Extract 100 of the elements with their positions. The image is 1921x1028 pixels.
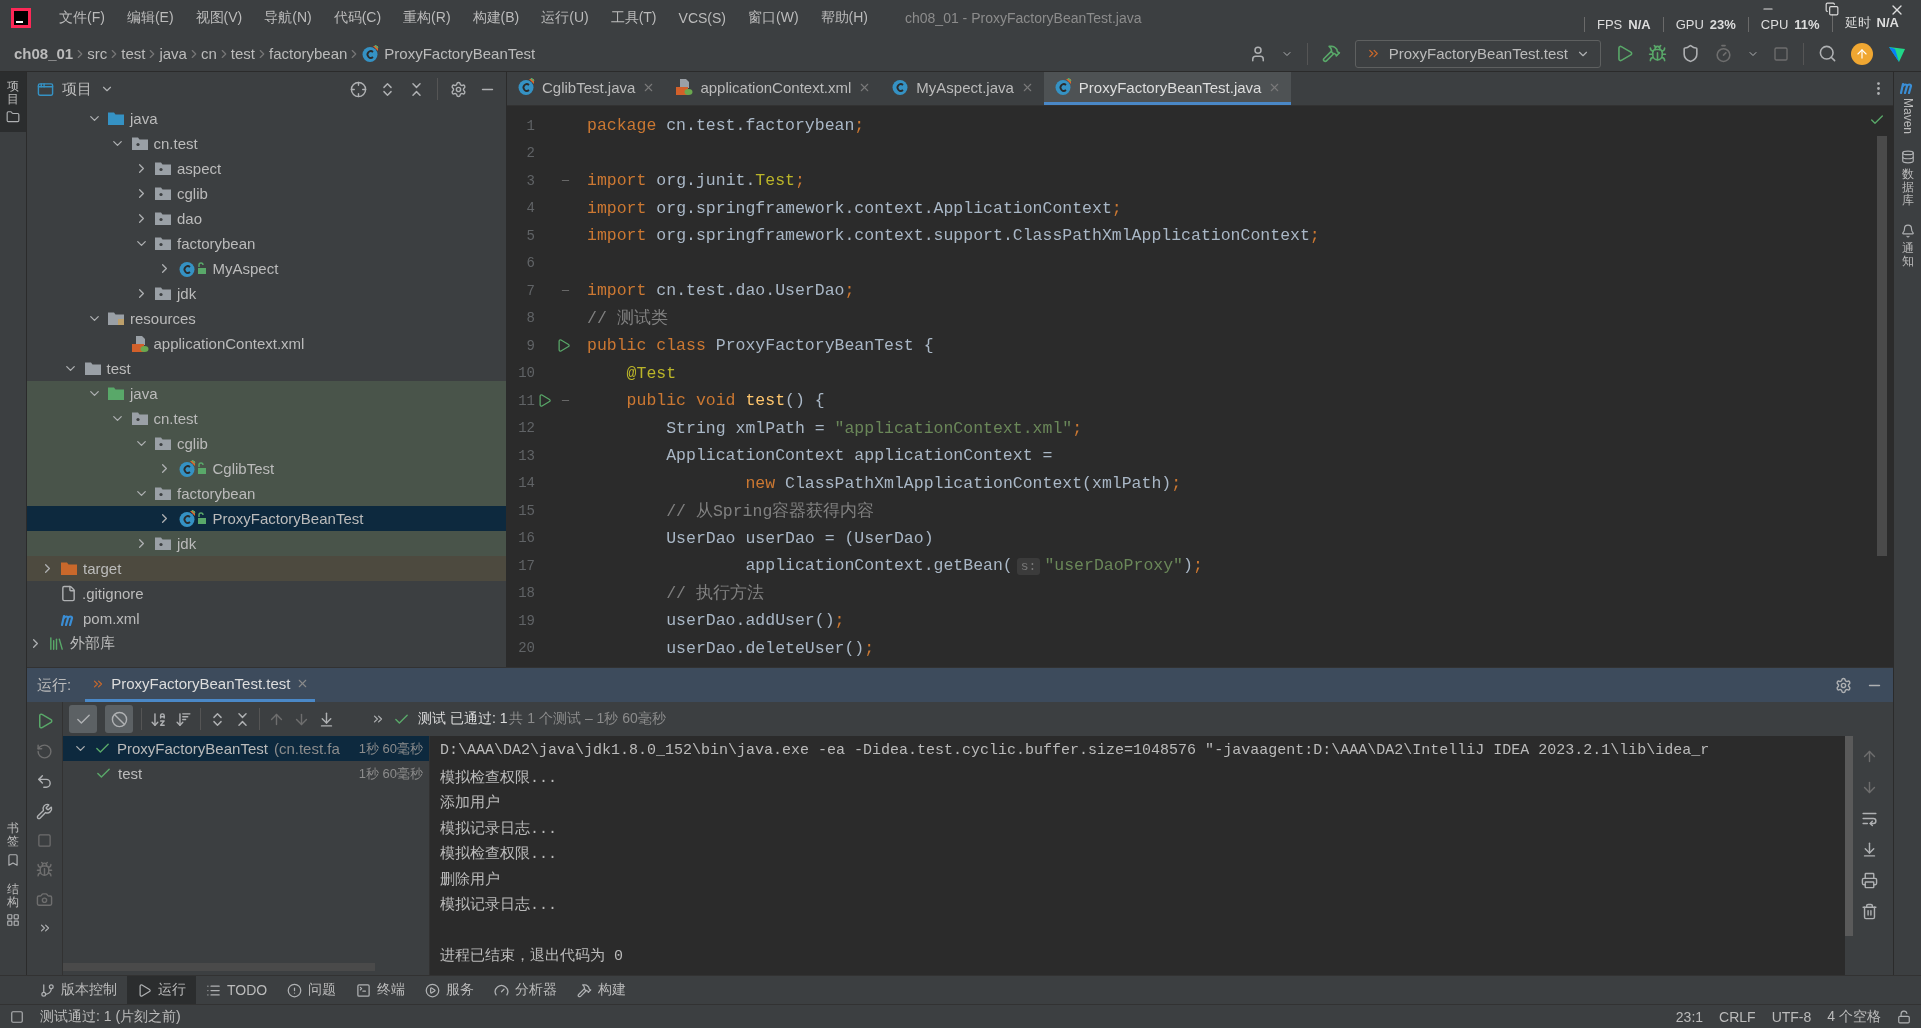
sort-alpha-icon[interactable] <box>150 710 167 728</box>
tree-item[interactable]: cn.test <box>27 131 506 156</box>
menu-item[interactable]: 编辑(E) <box>117 5 183 31</box>
editor-tab[interactable]: ProxyFactoryBeanTest.java <box>1043 72 1292 105</box>
editor-tab[interactable]: CglibTest.java <box>507 72 666 105</box>
tree-item[interactable]: ProxyFactoryBeanTest <box>27 506 506 531</box>
scrollbar[interactable] <box>63 963 375 971</box>
settings-icon[interactable] <box>1835 676 1852 694</box>
tree-item[interactable]: jdk <box>27 531 506 556</box>
tree-item[interactable]: factorybean <box>27 231 506 256</box>
tree-item[interactable]: cglib <box>27 181 506 206</box>
run-configuration-dropdown[interactable]: ProxyFactoryBeanTest.test <box>1354 39 1601 68</box>
run-gutter-icon[interactable] <box>556 338 571 354</box>
locate-icon[interactable] <box>350 80 367 98</box>
hammer-icon[interactable] <box>1321 44 1341 63</box>
more-icon[interactable] <box>371 712 385 726</box>
breadcrumb[interactable]: test <box>121 45 146 62</box>
tree-item[interactable]: applicationContext.xml <box>27 331 506 356</box>
breadcrumb[interactable]: factorybean <box>268 45 348 62</box>
breadcrumb[interactable]: java <box>159 45 187 62</box>
status-item[interactable]: 23:1 <box>1675 1008 1704 1025</box>
status-item[interactable]: 4 个空格 <box>1827 1007 1881 1026</box>
tool-window-tab[interactable]: 构建 <box>567 976 637 1004</box>
menu-item[interactable]: 代码(C) <box>324 5 391 31</box>
scrollbar[interactable] <box>1845 736 1853 936</box>
tree-item[interactable]: MyAspect <box>27 256 506 281</box>
trash-icon[interactable] <box>1860 903 1878 920</box>
tool-window-tab[interactable]: 运行 <box>127 976 196 1004</box>
menu-item[interactable]: 构建(B) <box>463 5 529 31</box>
menu-item[interactable]: 文件(F) <box>50 5 114 31</box>
run-icon[interactable] <box>1615 44 1634 63</box>
tree-item[interactable]: factorybean <box>27 481 506 506</box>
menu-item[interactable]: 帮助(H) <box>811 5 877 31</box>
scrollbar[interactable] <box>1877 136 1887 556</box>
tool-window-tab[interactable]: 版本控制 <box>30 976 127 1004</box>
tree-item[interactable]: 外部库 <box>27 631 506 656</box>
breadcrumb[interactable]: ch08_01 <box>14 45 74 62</box>
tree-item[interactable]: aspect <box>27 156 506 181</box>
side-tab[interactable]: Maven <box>1894 72 1921 143</box>
editor-tab[interactable]: MyAspect.java <box>881 72 1044 105</box>
tree-item[interactable]: .gitignore <box>27 581 506 606</box>
tree-item[interactable]: jdk <box>27 281 506 306</box>
tool-window-tab[interactable]: 问题 <box>277 976 347 1004</box>
coverage-icon[interactable] <box>1681 44 1700 63</box>
run-gutter-icon[interactable] <box>537 393 552 409</box>
tree-item[interactable]: pom.xml <box>27 606 506 631</box>
tree-item[interactable]: java <box>27 381 506 406</box>
breadcrumb[interactable]: ProxyFactoryBeanTest <box>361 44 536 63</box>
tree-item[interactable]: target <box>27 556 506 581</box>
print-icon[interactable] <box>1860 872 1878 889</box>
package-icon <box>154 536 172 551</box>
tree-item[interactable]: CglibTest <box>27 456 506 481</box>
sort-duration-icon[interactable] <box>175 710 192 728</box>
tree-item[interactable]: dao <box>27 206 506 231</box>
tool-window-tab[interactable]: TODO <box>196 976 278 1004</box>
menu-item[interactable]: 运行(U) <box>532 5 598 31</box>
wrench-icon[interactable] <box>36 803 53 820</box>
profile-icon[interactable] <box>1714 44 1733 63</box>
tree-item[interactable]: cglib <box>27 431 506 456</box>
search-icon[interactable] <box>1818 44 1837 63</box>
menu-item[interactable]: 重构(R) <box>394 5 460 31</box>
tree-item[interactable]: resources <box>27 306 506 331</box>
menu-item[interactable]: 视图(V) <box>186 5 252 31</box>
show-passed-toggle[interactable] <box>69 705 97 733</box>
breadcrumb[interactable]: cn <box>200 45 217 62</box>
tool-window-tab[interactable]: 分析器 <box>484 976 568 1004</box>
run-tab[interactable]: ProxyFactoryBeanTest.test <box>85 668 316 702</box>
editor-tab[interactable]: applicationContext.xml <box>665 72 882 105</box>
settings-icon[interactable] <box>450 80 467 98</box>
menu-item[interactable]: 窗口(W) <box>739 5 808 31</box>
soft-wrap-icon[interactable] <box>1860 810 1878 827</box>
restore-icon[interactable] <box>1825 2 1839 16</box>
debug-icon[interactable] <box>1648 44 1667 63</box>
lock-icon[interactable] <box>1897 1009 1911 1024</box>
status-item[interactable]: CRLF <box>1719 1008 1756 1025</box>
test-result-item[interactable]: test 1秒 60毫秒 <box>63 761 429 786</box>
tree-item[interactable]: test <box>27 356 506 381</box>
side-tab[interactable]: 书签 <box>0 814 26 875</box>
side-tab[interactable]: 通知 <box>1894 215 1921 276</box>
breadcrumb[interactable]: src <box>87 45 108 62</box>
show-ignored-toggle[interactable] <box>105 705 133 733</box>
side-tab[interactable]: 数据库 <box>1894 142 1921 216</box>
camera-icon[interactable] <box>36 891 53 908</box>
breadcrumb[interactable]: test <box>230 45 255 62</box>
tool-window-tab[interactable]: 服务 <box>415 976 485 1004</box>
tree-item[interactable]: java <box>27 106 506 131</box>
code-line: new ClassPathXmlApplicationContext(xmlPath); <box>744 473 1182 493</box>
tool-window-tab[interactable]: 终端 <box>346 976 416 1004</box>
menu-item[interactable]: 导航(N) <box>255 5 321 31</box>
panel-toggle-icon[interactable] <box>10 1009 24 1024</box>
project-view-dropdown[interactable]: 项目 <box>37 79 114 99</box>
debug-icon[interactable] <box>36 861 53 878</box>
side-tab[interactable]: 结构 <box>0 874 26 935</box>
tree-item[interactable]: cn.test <box>27 406 506 431</box>
menu-item[interactable]: VCS(S) <box>669 6 735 30</box>
update-icon[interactable] <box>1851 42 1873 65</box>
menu-item[interactable]: 工具(T) <box>601 5 666 31</box>
side-tab[interactable]: 项目 <box>0 72 26 133</box>
status-item[interactable]: UTF-8 <box>1771 1008 1812 1025</box>
test-result-item[interactable]: ProxyFactoryBeanTest (cn.test.fa 1秒 60毫秒 <box>63 736 429 761</box>
